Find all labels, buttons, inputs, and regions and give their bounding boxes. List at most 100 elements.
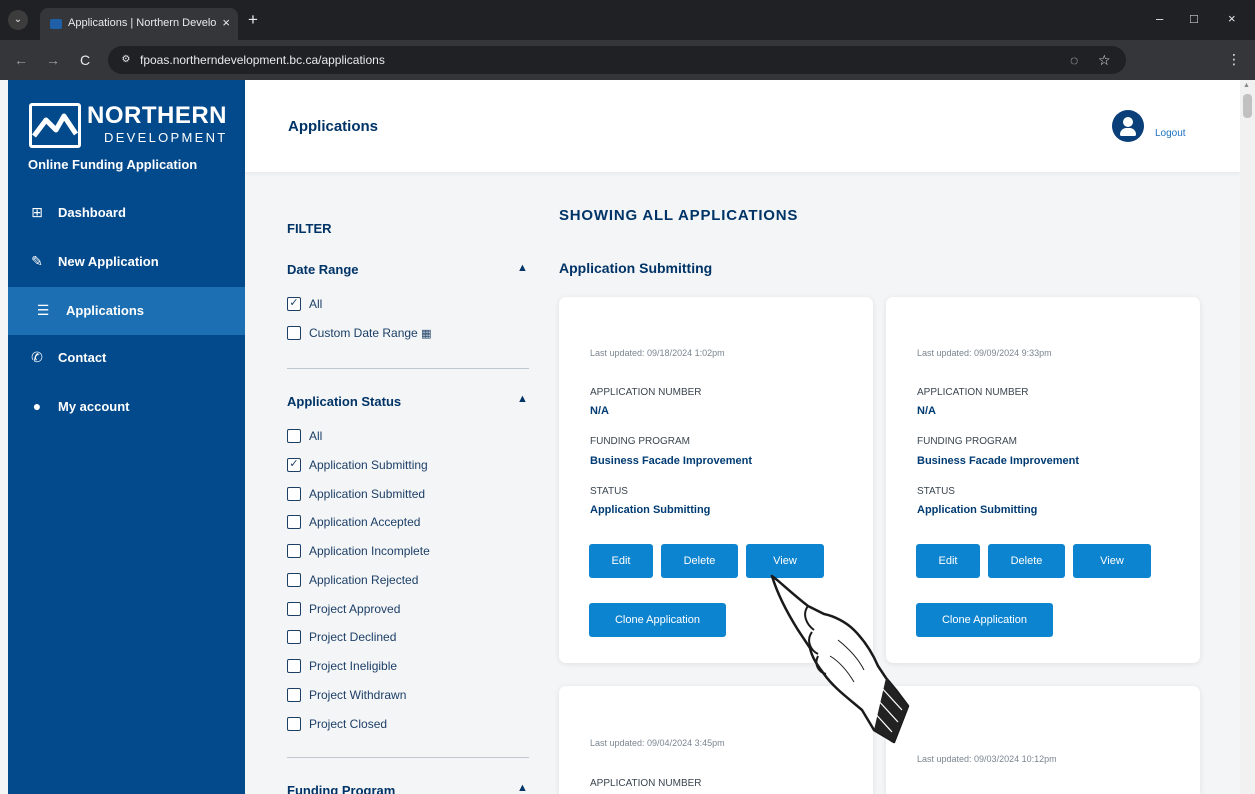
checkbox[interactable] bbox=[287, 659, 301, 673]
showing-heading: SHOWING ALL APPLICATIONS bbox=[559, 207, 799, 224]
logo-icon bbox=[29, 103, 81, 148]
checkbox[interactable] bbox=[287, 515, 301, 529]
checkbox-label: Application Rejected bbox=[309, 573, 419, 587]
edit-button[interactable]: Edit bbox=[589, 544, 653, 578]
last-updated: Last updated: 09/04/2024 3:45pm bbox=[590, 738, 725, 748]
new-tab-button[interactable]: + bbox=[248, 10, 258, 30]
page-header: Applications Logout bbox=[245, 80, 1240, 172]
checkbox-label: Application Submitting bbox=[309, 458, 428, 472]
status-value: Application Submitting bbox=[590, 504, 711, 516]
user-icon: ● bbox=[32, 398, 42, 414]
pencil-icon: ✎ bbox=[31, 253, 43, 269]
checkbox-checked[interactable]: ✓ bbox=[287, 297, 301, 311]
application-status-heading[interactable]: Application Status bbox=[287, 394, 401, 409]
checkbox-label: Project Ineligible bbox=[309, 659, 398, 673]
checkbox-label: Project Approved bbox=[309, 602, 401, 616]
filter-title: FILTER bbox=[287, 221, 332, 236]
date-range-heading[interactable]: Date Range bbox=[287, 262, 359, 277]
funding-program-label: FUNDING PROGRAM bbox=[590, 436, 690, 447]
close-tab-icon[interactable]: × bbox=[222, 15, 230, 30]
checkbox-label: Project Closed bbox=[309, 717, 388, 731]
checkbox[interactable] bbox=[287, 630, 301, 644]
clone-application-button[interactable]: Clone Application bbox=[916, 603, 1053, 637]
checkbox[interactable] bbox=[287, 487, 301, 501]
view-button[interactable]: View bbox=[746, 544, 824, 578]
browser-tab[interactable]: Applications | Northern Develo × bbox=[40, 8, 238, 40]
chevron-up-icon[interactable]: ▲ bbox=[517, 782, 528, 794]
sidebar-item-label: Applications bbox=[66, 303, 145, 318]
menu-dots-icon[interactable]: ⋮ bbox=[1227, 51, 1241, 68]
clone-application-button[interactable]: Clone Application bbox=[589, 603, 726, 637]
sidebar-item-contact[interactable]: ✆ Contact bbox=[8, 334, 245, 382]
funding-program-value: Business Facade Improvement bbox=[590, 455, 753, 467]
maximize-button[interactable]: □ bbox=[1190, 11, 1198, 26]
checkbox[interactable] bbox=[287, 602, 301, 616]
checkbox[interactable] bbox=[287, 326, 301, 340]
delete-button[interactable]: Delete bbox=[988, 544, 1065, 578]
scroll-thumb[interactable] bbox=[1243, 94, 1252, 118]
checkbox[interactable] bbox=[287, 544, 301, 558]
site-info-icon[interactable]: ⚙ bbox=[118, 52, 134, 68]
funding-program-heading[interactable]: Funding Program bbox=[287, 783, 395, 794]
application-card: Last updated: 09/18/2024 1:02pm APPLICAT… bbox=[559, 297, 873, 663]
edit-button[interactable]: Edit bbox=[916, 544, 980, 578]
logout-link[interactable]: Logout bbox=[1155, 128, 1186, 139]
logo-sub: DEVELOPMENT bbox=[104, 130, 228, 145]
checkbox-label: Project Declined bbox=[309, 630, 397, 644]
sidebar: NORTHERN DEVELOPMENT Online Funding Appl… bbox=[8, 80, 245, 794]
divider bbox=[287, 368, 529, 369]
checkbox-checked[interactable]: ✓ bbox=[287, 458, 301, 472]
view-button[interactable]: View bbox=[1073, 544, 1151, 578]
close-window-button[interactable]: × bbox=[1228, 11, 1236, 26]
checkbox[interactable] bbox=[287, 688, 301, 702]
favicon-icon bbox=[50, 19, 62, 29]
avatar-icon[interactable] bbox=[1112, 110, 1144, 142]
url-text: fpoas.northerndevelopment.bc.ca/applicat… bbox=[140, 53, 385, 67]
application-card: Last updated: 09/04/2024 3:45pm APPLICAT… bbox=[559, 686, 873, 794]
back-button[interactable]: ← bbox=[14, 52, 28, 68]
funding-program-value: Business Facade Improvement bbox=[917, 455, 1080, 467]
app-number-value: N/A bbox=[590, 405, 609, 417]
group-title: Application Submitting bbox=[559, 260, 713, 276]
tab-search-icon[interactable]: ⌄ bbox=[8, 10, 28, 30]
delete-button[interactable]: Delete bbox=[661, 544, 738, 578]
grid-icon: ⊞ bbox=[31, 204, 43, 220]
checkbox[interactable] bbox=[287, 573, 301, 587]
status-label: STATUS bbox=[590, 486, 628, 497]
app-number-label: APPLICATION NUMBER bbox=[590, 387, 702, 398]
page-title: Applications bbox=[288, 118, 379, 135]
forward-button[interactable]: → bbox=[46, 52, 60, 68]
tab-title: Applications | Northern Develo bbox=[68, 17, 217, 29]
status-label: STATUS bbox=[917, 486, 955, 497]
app-number-label: APPLICATION NUMBER bbox=[590, 778, 702, 789]
reload-button[interactable]: C bbox=[80, 52, 90, 68]
eye-off-icon[interactable]: ◌ bbox=[1070, 52, 1078, 68]
checkbox[interactable] bbox=[287, 429, 301, 443]
sidebar-subtitle: Online Funding Application bbox=[28, 157, 198, 172]
sidebar-item-my-account[interactable]: ● My account bbox=[8, 383, 245, 431]
checkbox-label: All bbox=[309, 429, 323, 443]
sidebar-item-applications[interactable]: ☰ Applications bbox=[8, 287, 245, 335]
calendar-icon[interactable]: ▦ bbox=[421, 328, 431, 340]
chevron-up-icon[interactable]: ▲ bbox=[517, 262, 528, 274]
sidebar-item-new-application[interactable]: ✎ New Application bbox=[8, 238, 245, 286]
checkbox[interactable] bbox=[287, 717, 301, 731]
checkbox-label: Application Submitted bbox=[309, 487, 426, 501]
sidebar-item-dashboard[interactable]: ⊞ Dashboard bbox=[8, 189, 245, 237]
page-scrollbar[interactable]: ▲ bbox=[1240, 80, 1255, 794]
sidebar-item-label: Contact bbox=[58, 350, 107, 365]
scroll-up-icon[interactable]: ▲ bbox=[1243, 82, 1250, 89]
address-bar[interactable]: ⚙ fpoas.northerndevelopment.bc.ca/applic… bbox=[108, 46, 1126, 74]
chevron-up-icon[interactable]: ▲ bbox=[517, 393, 528, 405]
checkbox-label: Application Incomplete bbox=[309, 544, 430, 558]
app-number-label: APPLICATION NUMBER bbox=[917, 387, 1029, 398]
browser-toolbar: ← → C ⚙ fpoas.northerndevelopment.bc.ca/… bbox=[0, 40, 1255, 80]
checkbox-label: Custom Date Range ▦ bbox=[309, 326, 432, 340]
application-card: Last updated: 09/09/2024 9:33pm APPLICAT… bbox=[886, 297, 1200, 663]
star-icon[interactable]: ☆ bbox=[1098, 52, 1111, 69]
funding-program-label: FUNDING PROGRAM bbox=[917, 436, 1017, 447]
minimize-button[interactable]: – bbox=[1156, 11, 1163, 26]
browser-tab-bar: ⌄ Applications | Northern Develo × + – □… bbox=[0, 0, 1255, 40]
last-updated: Last updated: 09/03/2024 10:12pm bbox=[917, 754, 1057, 764]
checkbox-label: Project Withdrawn bbox=[309, 688, 407, 702]
